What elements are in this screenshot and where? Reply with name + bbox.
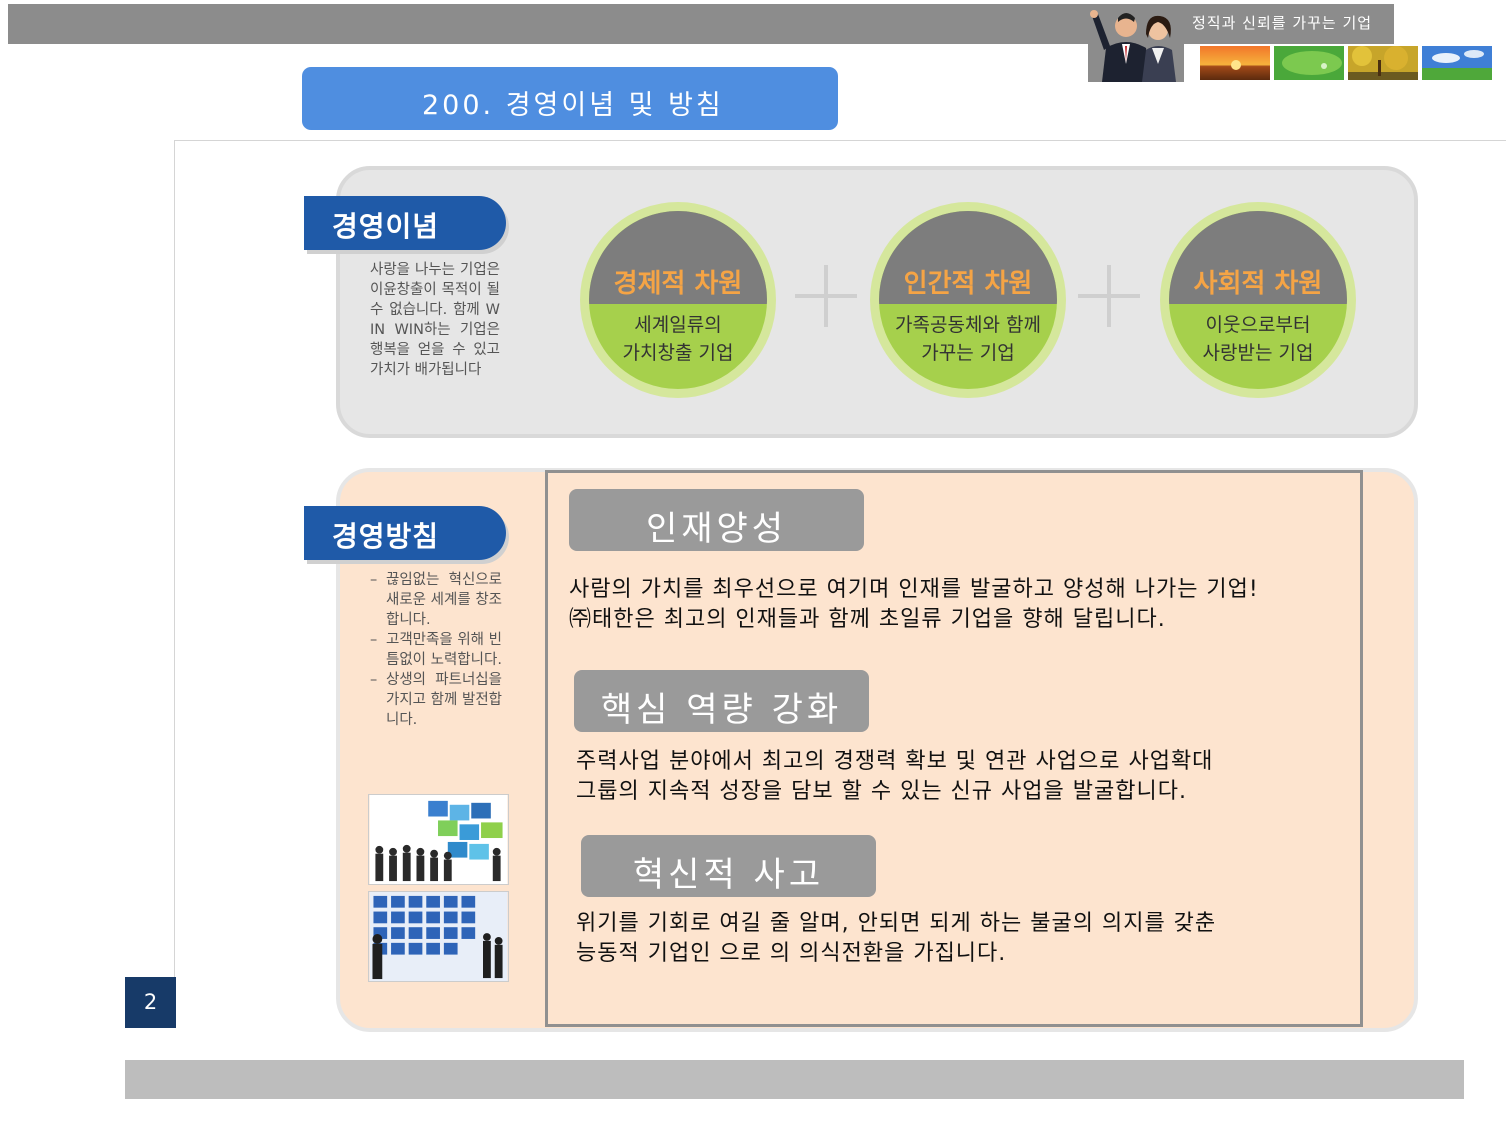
circle-description: 가족공동체와 함께 가꾸는 기업 [895,314,1041,364]
sky-field-thumbnail [1422,46,1492,80]
talent-development-description: 사람의 가치를 최우선으로 여기며 인재를 발굴하고 양성해 나가는 기업! ㈜… [569,577,1259,632]
bottom-banner [125,1060,1464,1099]
economic-dimension-circle: 경제적 차원 세계일류의 가치창출 기업 [580,202,776,398]
talent-development-heading: 인재양성 [569,489,864,551]
business-puzzle-photo [368,794,509,885]
list-item: 상생의 파트너십을 가지고 함께 발전합니다. [370,670,502,730]
sunset-thumbnail [1200,46,1270,80]
circle-title: 경제적 차원 [613,269,743,299]
green-leaf-thumbnail [1274,46,1344,80]
philosophy-tab-label: 경영이념 [332,210,440,243]
frame-divider [174,140,1506,141]
plus-icon [795,265,857,327]
page-title-bar: 200. 경영이념 및 방침 [302,67,838,130]
circle-description: 이웃으로부터 사랑받는 기업 [1202,314,1314,364]
circle-title: 인간적 차원 [903,269,1033,299]
page-title: 200. 경영이념 및 방침 [422,90,724,121]
people-pointing-photo [1088,4,1184,82]
circle-title: 사회적 차원 [1193,269,1323,299]
list-item: 고객만족을 위해 빈틈없이 노력합니다. [370,630,502,670]
core-competency-description: 주력사업 분야에서 최고의 경쟁력 확보 및 연관 사업으로 사업확대 그룹의 … [576,749,1214,804]
policy-tab: 경영방침 [304,506,506,560]
core-competency-heading: 핵심 역량 강화 [574,670,869,732]
frame-divider-vertical [174,140,175,980]
innovative-thinking-heading: 혁신적 사고 [581,835,876,897]
social-dimension-circle: 사회적 차원 이웃으로부터 사랑받는 기업 [1160,202,1356,398]
company-slogan: 정직과 신뢰를 가꾸는 기업 [1192,14,1373,32]
innovative-thinking-description: 위기를 기회로 여길 줄 알며, 안되면 되게 하는 불굴의 의지를 갖춘 능동… [576,911,1217,966]
autumn-tree-thumbnail [1348,46,1418,80]
page-number-badge: 2 [125,977,176,1028]
page-number: 2 [143,990,158,1014]
philosophy-tab: 경영이념 [304,196,506,250]
philosophy-description: 사랑을 나누는 기업은 이윤창출이 목적이 될수 없습니다. 함께 WIN WI… [370,262,500,378]
plus-icon [1078,265,1140,327]
business-screens-photo [368,891,509,982]
human-dimension-circle: 인간적 차원 가족공동체와 함께 가꾸는 기업 [870,202,1066,398]
top-banner [8,4,1394,44]
policy-bullet-list: 끊임없는 혁신으로 새로운 세계를 창조합니다. 고객만족을 위해 빈틈없이 노… [370,570,502,730]
list-item: 끊임없는 혁신으로 새로운 세계를 창조합니다. [370,570,502,630]
circle-description: 세계일류의 가치창출 기업 [622,314,734,364]
policy-tab-label: 경영방침 [332,520,440,553]
